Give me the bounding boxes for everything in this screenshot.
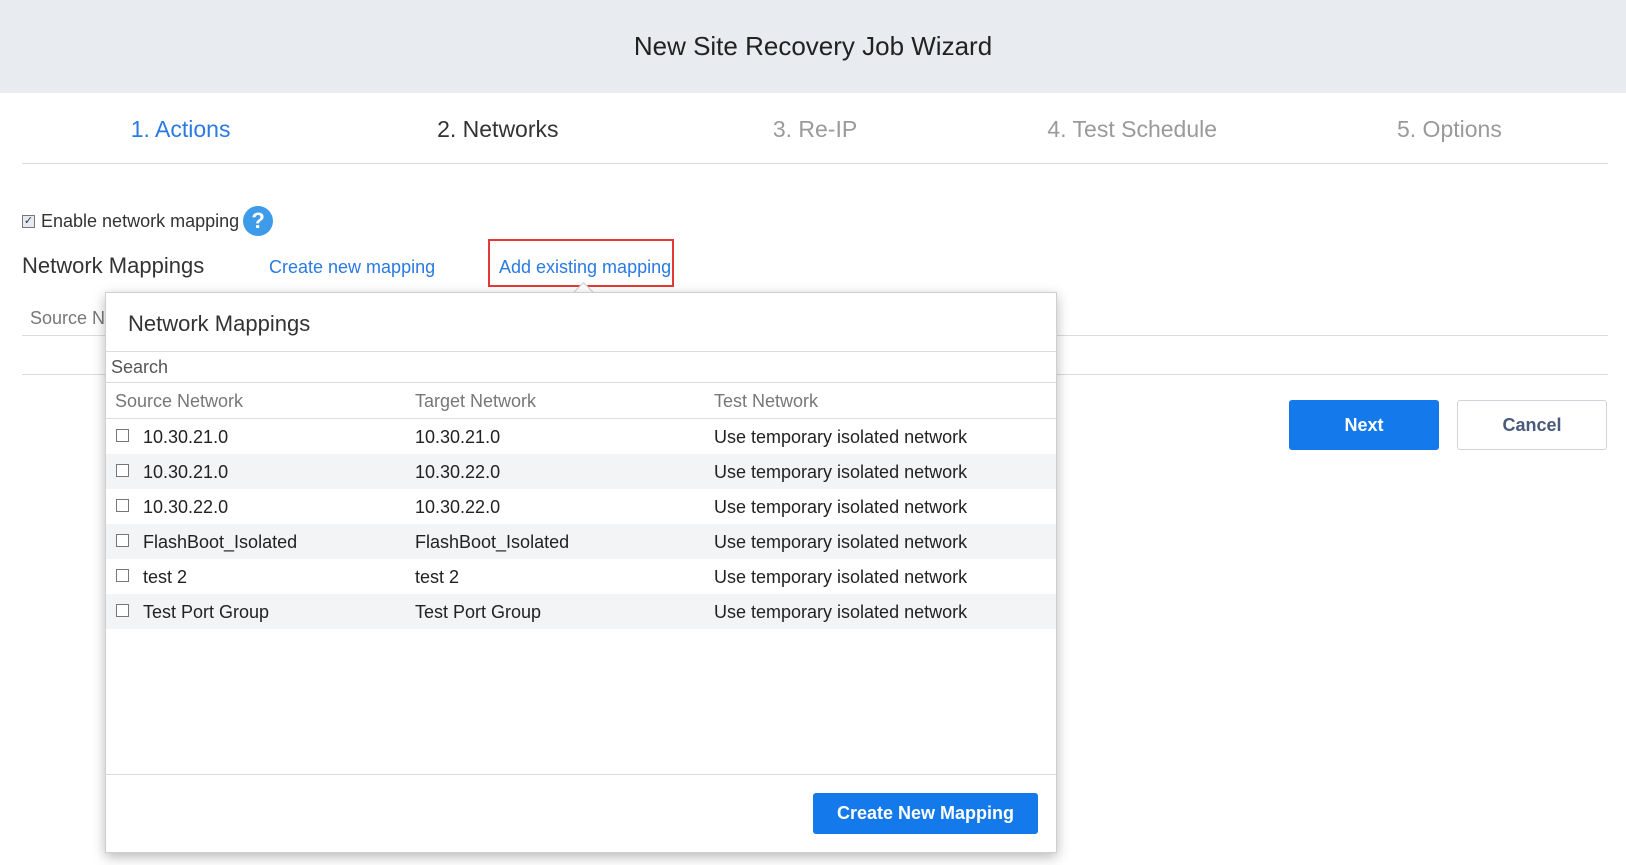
row-checkbox[interactable] bbox=[116, 429, 129, 442]
popup-table-body: 10.30.21.0 10.30.21.0 Use temporary isol… bbox=[106, 419, 1056, 629]
test-network-header[interactable]: Test Network bbox=[714, 391, 818, 412]
wizard-title: New Site Recovery Job Wizard bbox=[633, 31, 993, 61]
row-target-network: test 2 bbox=[415, 567, 460, 587]
create-new-mapping-link[interactable]: Create new mapping bbox=[269, 257, 435, 278]
network-mappings-popup: Network Mappings Source Network Target N… bbox=[105, 292, 1057, 853]
row-test-network: Use temporary isolated network bbox=[714, 532, 968, 552]
row-test-network: Use temporary isolated network bbox=[714, 602, 968, 622]
row-target-network: 10.30.21.0 bbox=[415, 427, 501, 447]
row-checkbox[interactable] bbox=[116, 604, 129, 617]
row-test-network: Use temporary isolated network bbox=[714, 462, 968, 482]
step-options[interactable]: 5. Options bbox=[1291, 95, 1608, 163]
row-test-network: Use temporary isolated network bbox=[714, 497, 968, 517]
step-test-schedule[interactable]: 4. Test Schedule bbox=[974, 95, 1291, 163]
row-checkbox[interactable] bbox=[116, 499, 129, 512]
table-row[interactable]: FlashBoot_Isolated FlashBoot_Isolated Us… bbox=[106, 524, 1056, 559]
source-network-header[interactable]: Source Network bbox=[115, 391, 243, 412]
row-checkbox[interactable] bbox=[116, 464, 129, 477]
popup-title: Network Mappings bbox=[128, 311, 311, 336]
question-circle-icon[interactable]: ? bbox=[243, 206, 274, 236]
row-target-network: 10.30.22.0 bbox=[415, 462, 501, 482]
create-new-mapping-button[interactable]: Create New Mapping bbox=[813, 793, 1038, 834]
wizard-header: New Site Recovery Job Wizard bbox=[0, 0, 1626, 93]
row-source-network: 10.30.22.0 bbox=[143, 497, 229, 517]
row-source-network: FlashBoot_Isolated bbox=[143, 532, 298, 552]
row-target-network: FlashBoot_Isolated bbox=[415, 532, 570, 552]
network-mappings-title: Network Mappings bbox=[22, 253, 205, 278]
popup-table-header: Source Network Target Network Test Netwo… bbox=[106, 383, 1056, 419]
step-networks[interactable]: 2. Networks bbox=[339, 95, 656, 163]
table-row[interactable]: 10.30.21.0 10.30.21.0 Use temporary isol… bbox=[106, 419, 1056, 454]
table-row[interactable]: test 2 test 2 Use temporary isolated net… bbox=[106, 559, 1056, 594]
row-source-network: 10.30.21.0 bbox=[143, 427, 229, 447]
search-input[interactable] bbox=[106, 352, 1056, 382]
popup-footer-divider bbox=[106, 774, 1056, 775]
row-test-network: Use temporary isolated network bbox=[714, 427, 968, 447]
wizard-steps: 1. Actions 2. Networks 3. Re-IP 4. Test … bbox=[22, 95, 1608, 164]
row-target-network: Test Port Group bbox=[415, 602, 542, 622]
target-network-header[interactable]: Target Network bbox=[415, 391, 536, 412]
table-row[interactable]: Test Port Group Test Port Group Use temp… bbox=[106, 594, 1056, 629]
enable-network-mapping-label: Enable network mapping bbox=[41, 210, 240, 231]
row-checkbox[interactable] bbox=[116, 569, 129, 582]
highlight-box bbox=[488, 239, 674, 287]
table-row[interactable]: 10.30.22.0 10.30.22.0 Use temporary isol… bbox=[106, 489, 1056, 524]
enable-network-mapping-row: ✓ Enable network mapping ? bbox=[22, 206, 274, 236]
row-source-network: test 2 bbox=[143, 567, 188, 587]
row-source-network: Test Port Group bbox=[143, 602, 270, 622]
row-checkbox[interactable] bbox=[116, 534, 129, 547]
enable-network-mapping-checkbox[interactable]: ✓ bbox=[22, 214, 35, 228]
next-button[interactable]: Next bbox=[1289, 400, 1439, 450]
popup-search bbox=[106, 351, 1056, 383]
row-source-network: 10.30.21.0 bbox=[143, 462, 229, 482]
step-actions[interactable]: 1. Actions bbox=[22, 95, 339, 163]
row-target-network: 10.30.22.0 bbox=[415, 497, 501, 517]
source-network-column-header: Source Ne bbox=[30, 308, 116, 328]
table-row[interactable]: 10.30.21.0 10.30.22.0 Use temporary isol… bbox=[106, 454, 1056, 489]
step-re-ip[interactable]: 3. Re-IP bbox=[656, 95, 973, 163]
row-test-network: Use temporary isolated network bbox=[714, 567, 968, 587]
cancel-button[interactable]: Cancel bbox=[1457, 400, 1607, 450]
